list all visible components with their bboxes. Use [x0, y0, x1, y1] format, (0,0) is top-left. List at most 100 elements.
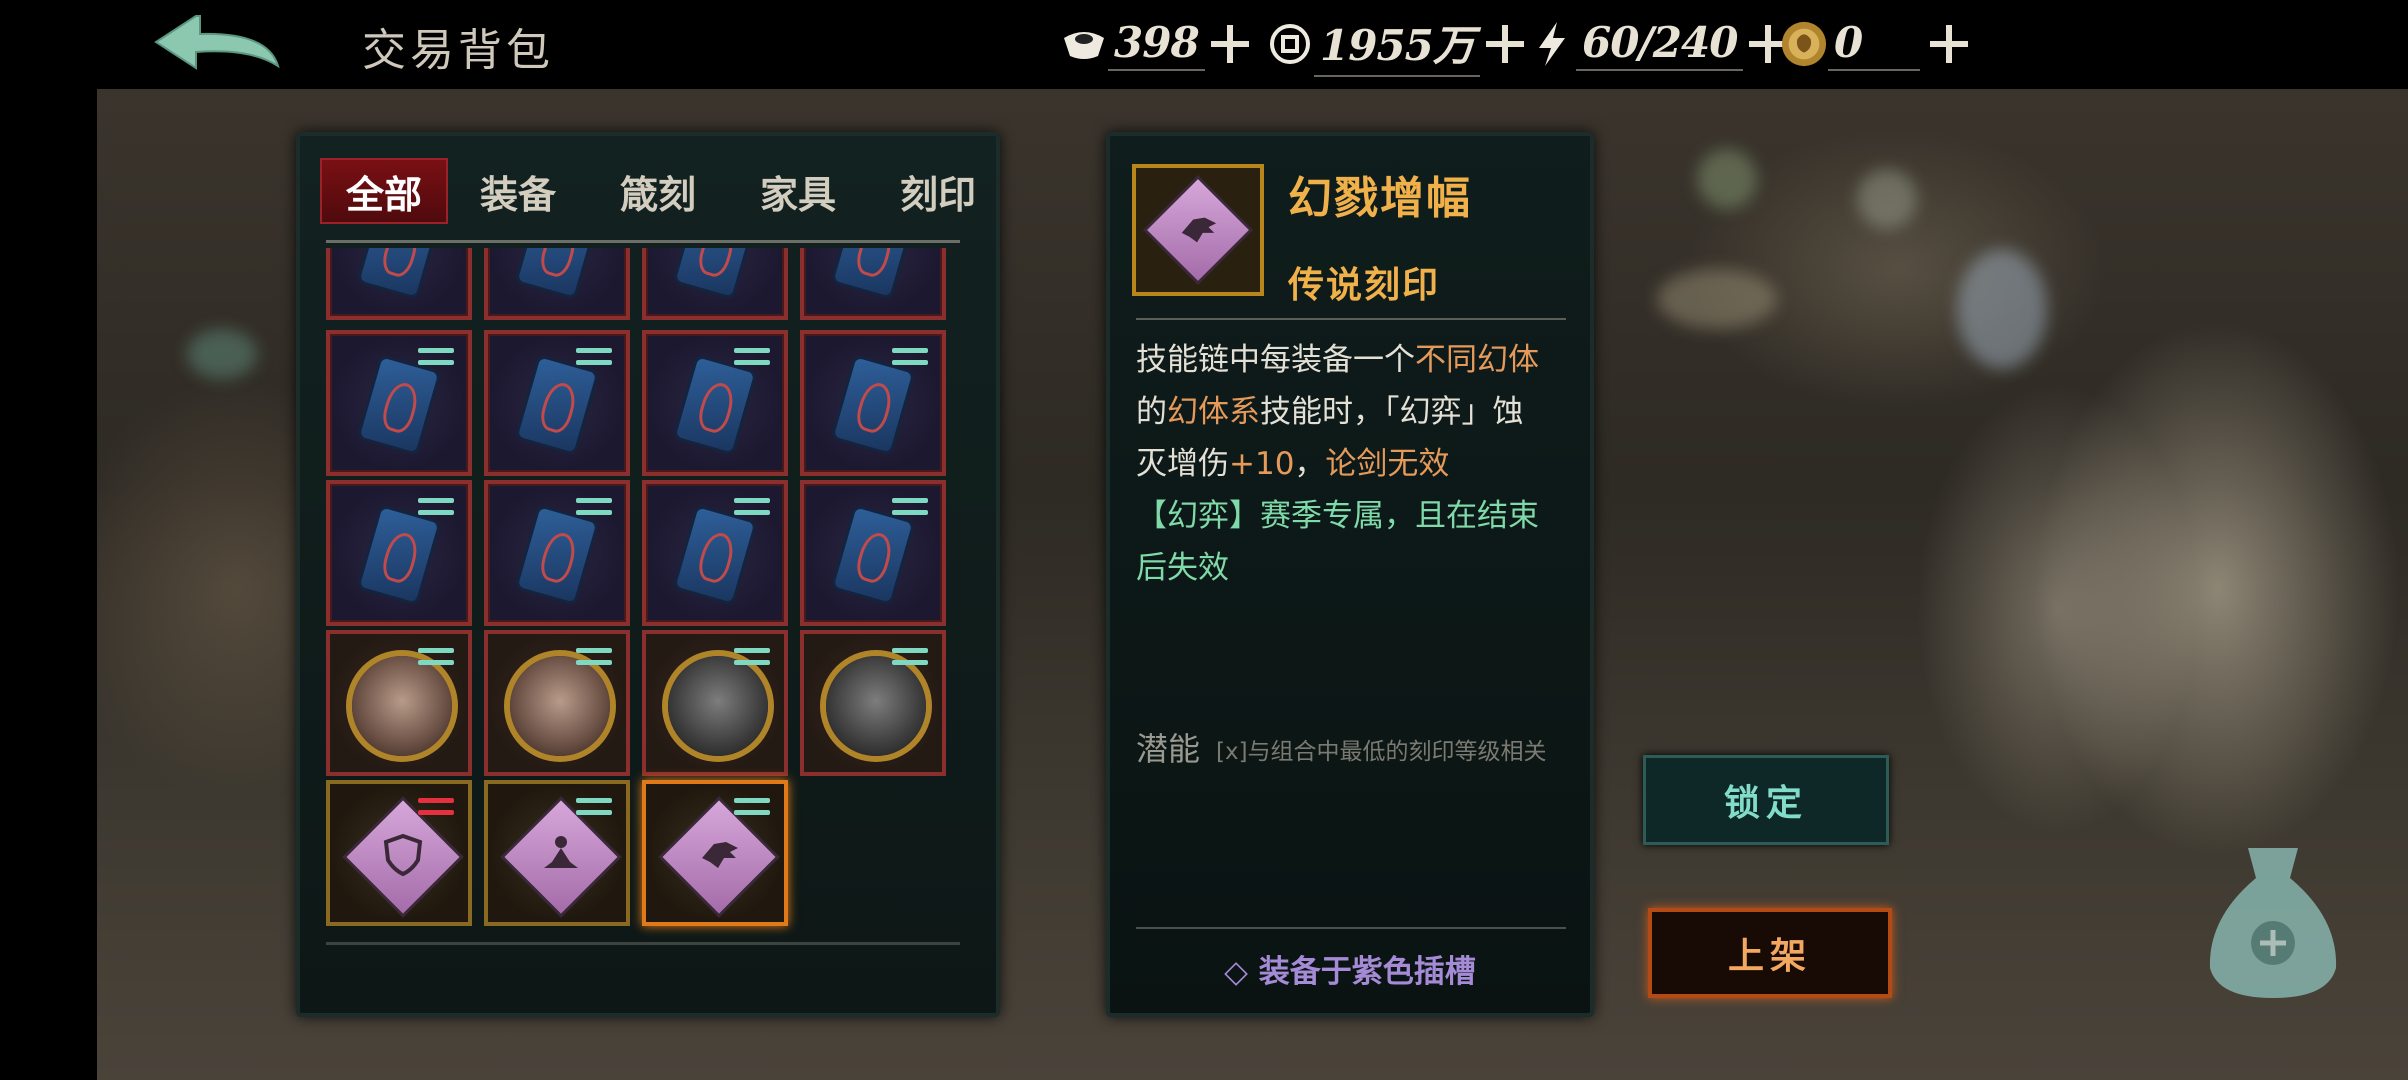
energy-value: 60/240 [1576, 18, 1744, 71]
desc-text: 技能时，「幻弈」蚀 [1260, 394, 1524, 430]
tradable-icon [576, 644, 616, 670]
item-slot-mask[interactable] [642, 630, 788, 776]
tradable-icon [576, 344, 616, 370]
item-slot-card[interactable] [484, 480, 630, 626]
ingot-icon [1060, 20, 1108, 68]
not-tradable-icon [418, 794, 458, 820]
card-icon [675, 357, 755, 453]
tradable-icon [418, 644, 458, 670]
item-slot-card[interactable] [642, 480, 788, 626]
desc-text: 灭增伤 [1136, 446, 1229, 482]
beast-head-icon [1181, 217, 1217, 243]
tab-seal[interactable]: 刻印 [868, 158, 1008, 224]
tradable-icon [734, 794, 774, 820]
item-slot-card[interactable] [800, 330, 946, 476]
back-arrow-icon [154, 15, 280, 70]
tabs-divider [326, 240, 960, 243]
tradable-icon [734, 644, 774, 670]
card-icon [675, 507, 755, 603]
item-slot-card[interactable] [326, 480, 472, 626]
inventory-panel: 全部 装备 箴刻 家具 刻印 [296, 132, 1000, 1017]
coin-icon [1266, 20, 1314, 68]
tradable-icon [418, 344, 458, 370]
resource-energy: 60/240 [1528, 16, 1791, 72]
item-slot-mask[interactable] [800, 630, 946, 776]
item-slot-card[interactable] [642, 330, 788, 476]
ingot-value: 398 [1108, 18, 1205, 71]
card-icon [517, 507, 597, 603]
tradable-icon [892, 344, 932, 370]
desc-text: ， [1294, 446, 1326, 482]
add-ingot-button[interactable] [1207, 21, 1253, 67]
meditation-figure-icon [544, 836, 578, 868]
detail-bottom-divider [1136, 927, 1566, 929]
mask-portrait-icon [668, 656, 768, 756]
item-slot-card[interactable] [800, 480, 946, 626]
item-slot-card[interactable] [484, 248, 630, 320]
slot-hint: ◇ 装备于紫色插槽 [1224, 954, 1476, 990]
mask-portrait-icon [352, 656, 452, 756]
back-button[interactable] [150, 12, 290, 82]
potential-label: 潜能 [1136, 730, 1201, 768]
tab-all[interactable]: 全部 [320, 158, 448, 224]
item-slot-card[interactable] [326, 330, 472, 476]
item-slot-card[interactable] [800, 248, 946, 320]
item-slot-card[interactable] [642, 248, 788, 320]
detail-divider [1136, 318, 1566, 320]
item-slot-seal[interactable] [484, 780, 630, 926]
desc-text: 技能链中每装备一个 [1136, 342, 1415, 378]
item-rarity: 传说刻印 [1288, 264, 1441, 306]
item-slot-seal-selected[interactable] [642, 780, 788, 926]
desc-highlight: 不同幻体 [1415, 342, 1539, 378]
tradable-icon [576, 794, 616, 820]
season-note: 【幻弈】赛季专属，且在结束 [1136, 498, 1539, 534]
card-icon [517, 357, 597, 453]
tab-engraving[interactable]: 箴刻 [588, 158, 728, 224]
desc-highlight: 幻体系 [1167, 394, 1260, 430]
item-slot-mask[interactable] [326, 630, 472, 776]
item-detail-panel: 幻戮增幅 传说刻印 技能链中每装备一个不同幻体 的幻体系技能时，「幻弈」蚀 灭增… [1106, 132, 1594, 1017]
tradable-icon [418, 494, 458, 520]
tradable-icon [734, 494, 774, 520]
bag-icon[interactable] [2198, 838, 2348, 1028]
grid-bottom-divider [326, 942, 960, 945]
card-icon [833, 357, 913, 453]
item-name: 幻戮增幅 [1288, 173, 1472, 224]
beast-head-icon [702, 842, 738, 868]
item-slot-seal[interactable] [326, 780, 472, 926]
add-coin-button[interactable] [1482, 21, 1528, 67]
desc-text: 的 [1136, 394, 1167, 430]
tab-equipment[interactable]: 装备 [448, 158, 588, 224]
tradable-icon [734, 344, 774, 370]
card-icon [359, 248, 439, 297]
lock-button[interactable]: 锁定 [1643, 755, 1889, 845]
item-slot-mask[interactable] [484, 630, 630, 776]
tab-furniture[interactable]: 家具 [728, 158, 868, 224]
season-note: 后失效 [1136, 550, 1229, 586]
desc-highlight: 论剑无效 [1325, 446, 1450, 482]
shield-icon [383, 833, 423, 877]
token-value: 0 [1828, 18, 1920, 71]
item-slot-card[interactable] [484, 330, 630, 476]
item-slot-card[interactable] [326, 248, 472, 320]
card-icon [833, 248, 913, 297]
card-icon [359, 507, 439, 603]
page-title: 交易背包 [362, 25, 554, 76]
tradable-icon [892, 494, 932, 520]
detail-item-icon [1132, 164, 1264, 296]
mask-portrait-icon [510, 656, 610, 756]
resource-token: 0 [1780, 16, 1972, 72]
list-for-sale-button[interactable]: 上架 [1648, 908, 1892, 998]
mask-portrait-icon [826, 656, 926, 756]
coin-value: 1955万 [1314, 12, 1480, 77]
card-icon [517, 248, 597, 297]
tradable-icon [576, 494, 616, 520]
resource-ingot: 398 [1060, 16, 1253, 72]
add-token-button[interactable] [1926, 21, 1972, 67]
energy-icon [1528, 20, 1576, 68]
item-description: 技能链中每装备一个不同幻体 的幻体系技能时，「幻弈」蚀 灭增伤+10，论剑无效 … [1136, 334, 1566, 594]
app-screen: 交易背包 398 1955万 60/240 0 全部 装备 箴刻 家具 刻印 幻… [0, 0, 2408, 1080]
card-icon [359, 357, 439, 453]
item-grid[interactable] [326, 248, 966, 938]
card-icon [833, 507, 913, 603]
